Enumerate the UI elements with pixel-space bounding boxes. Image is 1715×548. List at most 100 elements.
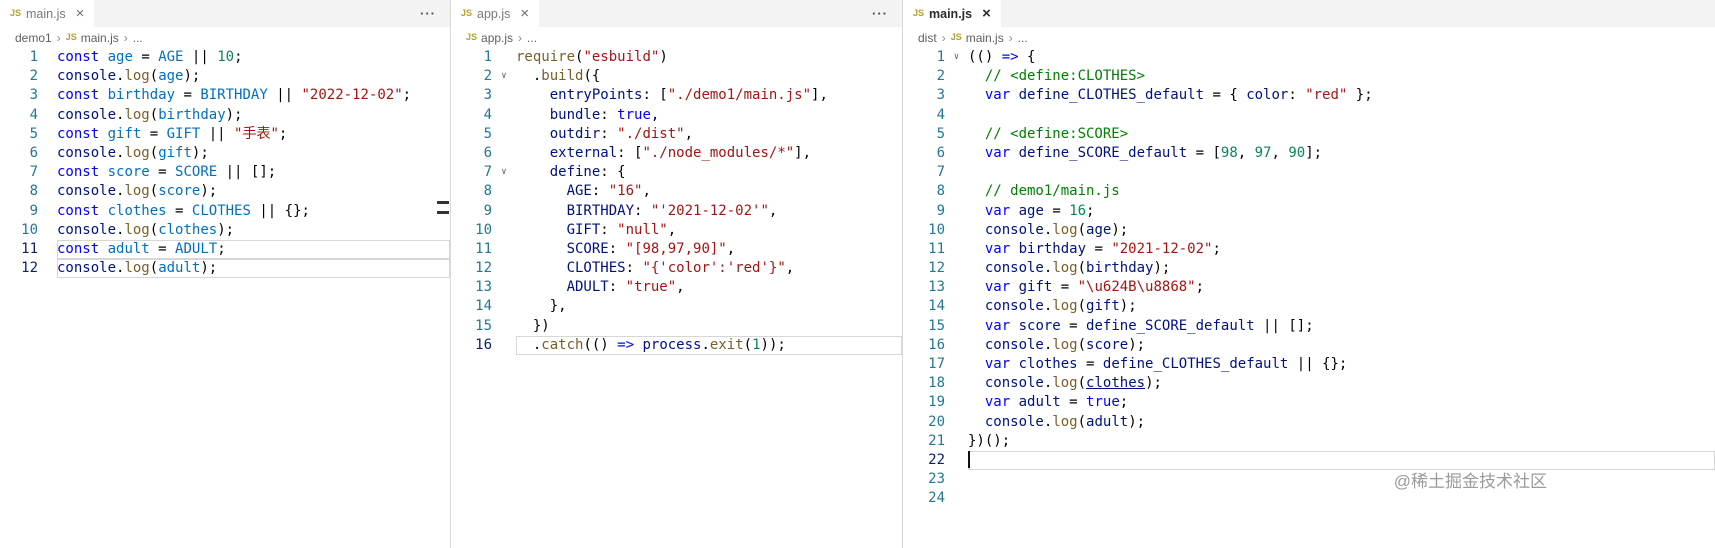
more-actions-icon[interactable]: ··· (420, 0, 436, 27)
breadcrumb-item[interactable]: JS app.js (466, 31, 513, 45)
code-line[interactable]: 2 ∨ .build({ (451, 67, 902, 86)
code-line[interactable]: 12 console.log(adult); (0, 259, 450, 278)
fold-chevron-icon[interactable]: ∨ (492, 163, 516, 182)
code-line[interactable]: 11 SCORE: "[98,97,90]", (451, 240, 902, 259)
close-icon[interactable]: × (76, 6, 85, 21)
code-line[interactable]: 8 console.log(score); (0, 182, 450, 201)
gutter-spacer (945, 106, 968, 125)
code-text: })(); (968, 432, 1011, 449)
editor-group-right: JS main.js × dist › JS main.js ›... 1 ∨(() =>… (903, 0, 1715, 548)
code-line[interactable]: 22 (903, 450, 1715, 470)
vscode-editor-window: JS main.js × ··· demo1 › JS main.js ›... 1 co… (0, 0, 1715, 548)
code-line[interactable]: 3 var define_CLOTHES_default = { color: … (903, 86, 1715, 105)
code-line[interactable]: 4 bundle: true, (451, 106, 902, 125)
code-line[interactable]: 11 const adult = ADULT; (0, 240, 450, 259)
code-line[interactable]: 24 (903, 489, 1715, 508)
line-number: 10 (475, 221, 492, 238)
more-actions-icon[interactable]: ··· (872, 0, 888, 27)
code-line[interactable]: 6 var define_SCORE_default = [98, 97, 90… (903, 144, 1715, 163)
code-line[interactable]: 16 .catch(() => process.exit(1)); (451, 336, 902, 355)
breadcrumb-item[interactable]: demo1 (15, 31, 52, 45)
code-line[interactable]: 5 // <define:SCORE> (903, 125, 1715, 144)
code-line[interactable]: 14 }, (451, 297, 902, 316)
code-text: console.log(age); (57, 68, 201, 85)
code-line[interactable]: 8 AGE: "16", (451, 182, 902, 201)
code-line[interactable]: 7 const score = SCORE || []; (0, 163, 450, 182)
line-number: 3 (29, 87, 38, 104)
tab-dist-main-js[interactable]: JS main.js × (903, 0, 1001, 27)
code-line[interactable]: 9 BIRTHDAY: "'2021-12-02'", (451, 202, 902, 221)
gutter-spacer (945, 489, 968, 508)
tab-main-js[interactable]: JS main.js × (0, 0, 95, 27)
breadcrumb-item[interactable]: JS main.js (951, 31, 1004, 45)
breadcrumb-item[interactable]: ... (1018, 31, 1028, 45)
code-line[interactable]: 8 // demo1/main.js (903, 182, 1715, 201)
code-line[interactable]: 3 const birthday = BIRTHDAY || "2022-12-0… (0, 86, 450, 105)
code-line[interactable]: 10 GIFT: "null", (451, 221, 902, 240)
code-line[interactable]: 6 external: ["./node_modules/*"], (451, 144, 902, 163)
close-icon[interactable]: × (982, 6, 991, 21)
code-line[interactable]: 9 const clothes = CLOTHES || {}; (0, 202, 450, 221)
scrollbar-grip[interactable] (437, 201, 449, 214)
fold-chevron-icon[interactable]: ∨ (945, 48, 968, 67)
code-line[interactable]: 17 var clothes = define_CLOTHES_default … (903, 355, 1715, 374)
code-line[interactable]: 15 var score = define_SCORE_default || [… (903, 317, 1715, 336)
breadcrumb-item[interactable]: dist (918, 31, 937, 45)
code-text: console.log(birthday); (984, 260, 1171, 277)
code-line[interactable]: 1 require("esbuild") (451, 48, 902, 67)
gutter-spacer (38, 202, 57, 221)
code-line[interactable]: 19 var adult = true; (903, 393, 1715, 412)
code-line[interactable]: 21})(); (903, 432, 1715, 451)
code-editor[interactable]: 1 const age = AGE || 10; 2 console.log(age)… (0, 48, 450, 548)
breadcrumb-separator-icon: › (123, 30, 128, 45)
code-line[interactable]: 10 console.log(clothes); (0, 221, 450, 240)
code-line[interactable]: 6 console.log(gift); (0, 144, 450, 163)
code-line[interactable]: 5 const gift = GIFT || "手表"; (0, 125, 450, 144)
code-text: var clothes = define_CLOTHES_default || … (984, 356, 1348, 372)
code-line[interactable]: 18 console.log(clothes); (903, 374, 1715, 393)
code-line[interactable]: 20 console.log(adult); (903, 413, 1715, 432)
code-editor[interactable]: 1 require("esbuild") 2 ∨ .build({3 entryPoi… (451, 48, 902, 548)
code-line[interactable]: 13 var gift = "\u624B\u8868"; (903, 278, 1715, 297)
code-line[interactable]: 1 ∨(() => { (903, 48, 1715, 67)
gutter-spacer (945, 355, 968, 374)
code-text: var define_CLOTHES_default = { color: "r… (984, 87, 1373, 104)
code-line[interactable]: 12 CLOTHES: "{'color':'red'}", (451, 259, 902, 278)
code-line[interactable]: 14 console.log(gift); (903, 297, 1715, 316)
breadcrumb-item[interactable]: ... (527, 31, 537, 45)
gutter-spacer (945, 259, 968, 278)
gutter-spacer (492, 297, 516, 316)
code-line[interactable]: 4 (903, 106, 1715, 125)
breadcrumb: JS app.js ›... (451, 27, 902, 48)
code-line[interactable]: 7 (903, 163, 1715, 182)
tab-app-js[interactable]: JS app.js × (451, 0, 540, 27)
breadcrumb-label: ... (132, 30, 143, 45)
breadcrumb-separator-icon: › (518, 30, 523, 45)
code-line[interactable]: 23 (903, 470, 1715, 489)
code-line[interactable]: 7 ∨ define: { (451, 163, 902, 182)
code-line[interactable]: 2 // <define:CLOTHES> (903, 67, 1715, 86)
code-editor[interactable]: 1 ∨(() => {2 // <define:CLOTHES> 3 var def… (903, 48, 1715, 548)
code-line[interactable]: 11 var birthday = "2021-12-02"; (903, 240, 1715, 259)
breadcrumb-separator-icon: › (1008, 30, 1013, 45)
gutter-spacer (945, 470, 968, 489)
code-line[interactable]: 3 entryPoints: ["./demo1/main.js"], (451, 86, 902, 105)
gutter-spacer (945, 278, 968, 297)
code-line[interactable]: 9 var age = 16; (903, 202, 1715, 221)
code-line[interactable]: 13 ADULT: "true", (451, 278, 902, 297)
close-icon[interactable]: × (520, 6, 529, 21)
breadcrumb-item[interactable]: JS main.js (66, 31, 119, 45)
code-line[interactable]: 10 console.log(age); (903, 221, 1715, 240)
fold-chevron-icon[interactable]: ∨ (492, 67, 516, 86)
code-line[interactable]: 15 }) (451, 317, 902, 336)
code-line[interactable]: 12 console.log(birthday); (903, 259, 1715, 278)
code-text: console.log(adult); (57, 259, 450, 278)
code-line[interactable]: 4 console.log(birthday); (0, 106, 450, 125)
breadcrumb-item[interactable]: ... (133, 31, 143, 45)
code-line[interactable]: 2 console.log(age); (0, 67, 450, 86)
code-line[interactable]: 5 outdir: "./dist", (451, 125, 902, 144)
code-line[interactable]: 16 console.log(score); (903, 336, 1715, 355)
code-text: bundle: true, (549, 106, 660, 123)
code-text: define: { (549, 164, 626, 181)
code-line[interactable]: 1 const age = AGE || 10; (0, 48, 450, 67)
